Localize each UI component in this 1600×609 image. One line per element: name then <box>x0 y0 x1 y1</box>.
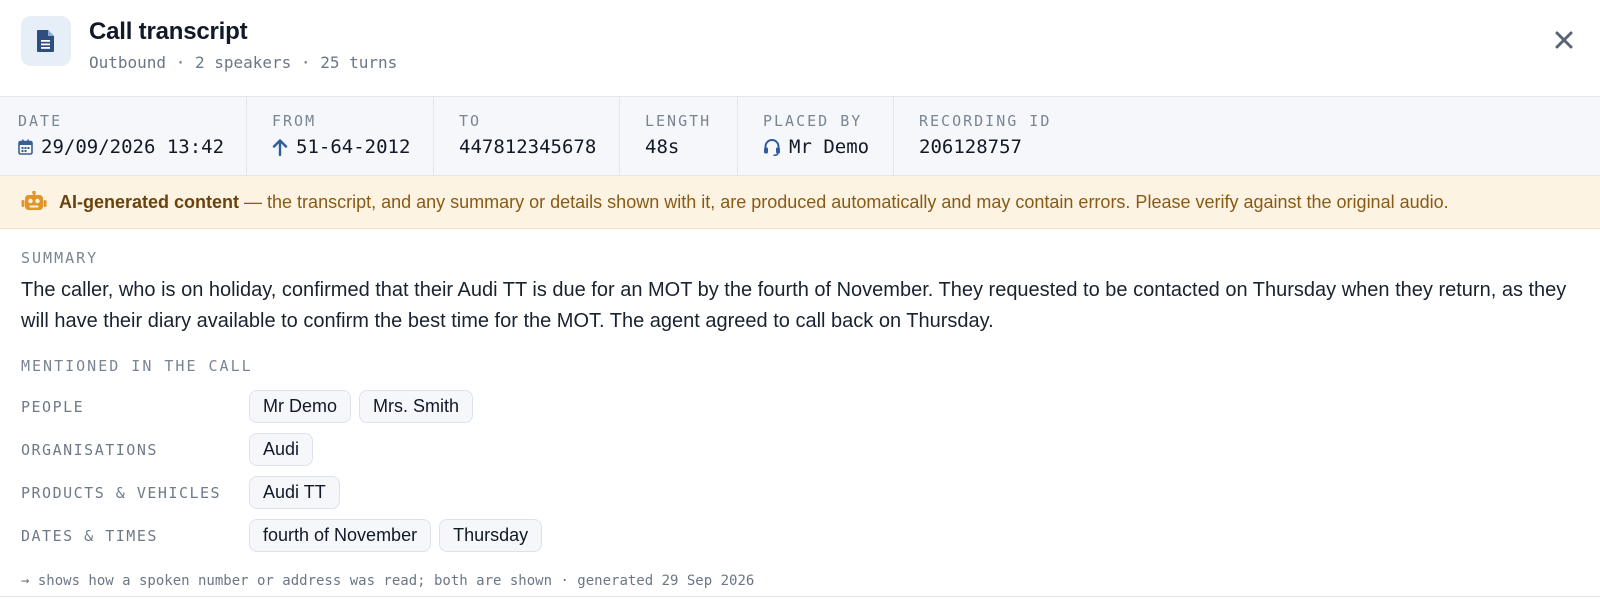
close-button[interactable] <box>1550 26 1578 54</box>
meta-to-value: 447812345678 <box>459 136 597 158</box>
meta-length-value: 48s <box>645 136 680 158</box>
page-title: Call transcript <box>89 18 248 45</box>
entity-row-people: PEOPLE Mr Demo Mrs. Smith <box>21 385 1579 428</box>
meta-length-label: LENGTH <box>645 112 712 130</box>
transcript-header: Call transcript Outbound · 2 speakers · … <box>0 0 1600 96</box>
summary-text: The caller, who is on holiday, confirmed… <box>21 279 1567 332</box>
meta-to: TO 447812345678 <box>434 97 620 175</box>
call-metadata-bar: DATE 29/09/2026 13:42 FROM 51-64-2012 TO… <box>0 96 1600 176</box>
meta-date-value: 29/09/2026 13:42 <box>41 136 225 158</box>
entity-chip[interactable]: Audi <box>249 433 314 466</box>
entity-row-label: PEOPLE <box>21 397 85 416</box>
meta-date-value-row: 29/09/2026 13:42 <box>18 136 228 158</box>
meta-recording-id-value: 206128757 <box>919 136 1022 158</box>
ai-notice-title: AI-generated content <box>59 191 240 212</box>
meta-recording-id-label: RECORDING ID <box>919 112 1052 130</box>
document-icon <box>21 16 71 66</box>
meta-placed-by-value-row: Mr Demo <box>763 136 875 158</box>
ai-notice-text: AI-generated content — the transcript, a… <box>59 192 1449 213</box>
entity-chip[interactable]: Thursday <box>439 519 543 552</box>
meta-from: FROM 51-64-2012 <box>247 97 434 175</box>
meta-from-value-row: 51-64-2012 <box>272 136 415 158</box>
entity-chip[interactable]: fourth of November <box>249 519 432 552</box>
meta-to-label: TO <box>459 112 482 130</box>
arrow-up-icon <box>272 139 288 156</box>
page-subtitle: Outbound · 2 speakers · 25 turns <box>89 53 398 72</box>
entity-chip[interactable]: Audi TT <box>249 476 340 509</box>
meta-length: LENGTH 48s <box>620 97 738 175</box>
meta-date: DATE 29/09/2026 13:42 <box>0 97 247 175</box>
meta-placed-by-label: PLACED BY <box>763 112 863 130</box>
meta-from-label: FROM <box>272 112 317 130</box>
entity-row-label: ORGANISATIONS <box>21 440 158 459</box>
mentioned-entities: PEOPLE Mr Demo Mrs. Smith ORGANISATIONS … <box>21 385 1579 557</box>
entity-row-label: PRODUCTS & VEHICLES <box>21 483 222 502</box>
title-block: Call transcript Outbound · 2 speakers · … <box>89 18 397 72</box>
entity-row-dates-times: DATES & TIMES fourth of November Thursda… <box>21 514 1579 557</box>
meta-placed-by: PLACED BY Mr Demo <box>738 97 894 175</box>
summary-label: SUMMARY <box>21 249 99 267</box>
footnote: → shows how a spoken number or address w… <box>21 573 755 589</box>
robot-icon <box>21 191 47 210</box>
meta-recording-id: RECORDING ID 206128757 <box>894 97 1600 175</box>
transcript-content: SUMMARY The caller, who is on holiday, c… <box>0 229 1600 589</box>
entity-chip[interactable]: Mr Demo <box>249 390 352 423</box>
meta-from-value: 51-64-2012 <box>296 136 411 158</box>
mentioned-label: MENTIONED IN THE CALL <box>21 357 253 375</box>
ai-generated-notice: AI-generated content — the transcript, a… <box>0 176 1600 229</box>
entity-row-organisations: ORGANISATIONS Audi <box>21 428 1579 471</box>
divider <box>0 596 1600 597</box>
headset-icon <box>764 139 780 156</box>
meta-date-label: DATE <box>18 112 63 130</box>
calendar-icon <box>18 139 33 155</box>
entity-row-products-vehicles: PRODUCTS & VEHICLES Audi TT <box>21 471 1579 514</box>
close-icon[interactable] <box>1555 31 1573 49</box>
meta-placed-by-value: Mr Demo <box>789 136 870 158</box>
entity-row-label: DATES & TIMES <box>21 526 158 545</box>
entity-chip[interactable]: Mrs. Smith <box>359 390 474 423</box>
ai-notice-body: — the transcript, and any summary or det… <box>239 191 1449 212</box>
